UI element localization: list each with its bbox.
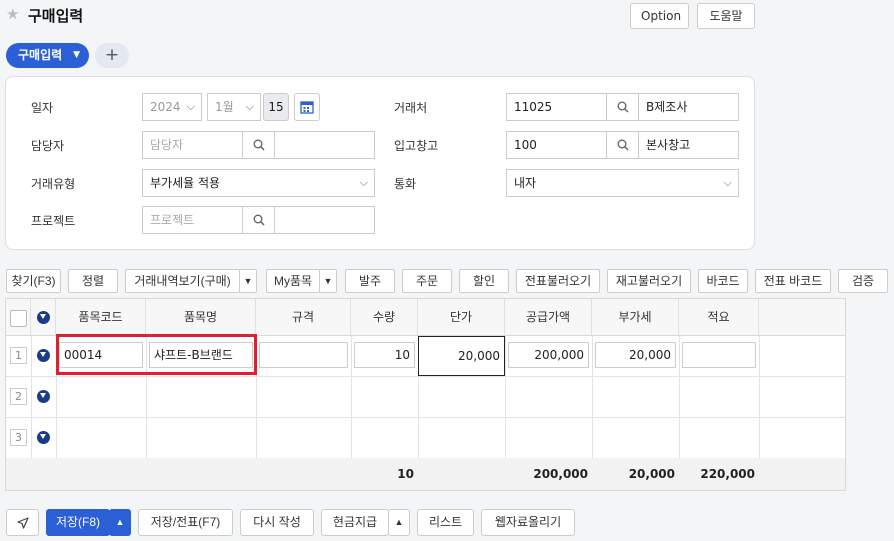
chevron-down-icon: ⌵ — [245, 100, 254, 113]
col-memo[interactable]: 적요 — [679, 299, 759, 336]
vendor-label: 거래처 — [394, 101, 428, 115]
total-supply: 200,000 — [533, 467, 588, 481]
total-amount: 220,000 — [700, 467, 755, 481]
sort-button[interactable]: 정렬 — [68, 269, 118, 293]
col-empty — [759, 299, 845, 336]
col-item-name[interactable]: 품목명 — [146, 299, 256, 336]
list-button[interactable]: 리스트 — [417, 509, 474, 536]
warehouse-label: 입고창고 — [394, 139, 439, 153]
trade-type-select[interactable]: 부가세율 적용 ⌵ — [142, 169, 375, 197]
verify-button[interactable]: 검증 — [838, 269, 888, 293]
warehouse-code-input[interactable]: 100 — [506, 131, 607, 159]
history-dropdown-caret-icon[interactable]: ▼ — [239, 269, 257, 293]
project-label: 프로젝트 — [31, 214, 76, 228]
col-spec[interactable]: 규격 — [256, 299, 351, 336]
calendar-icon[interactable] — [294, 93, 320, 121]
help-button[interactable]: 도움말 — [697, 3, 755, 29]
save-slip-button[interactable]: 저장/전표(F7) — [138, 509, 233, 536]
cash-pay-caret-icon[interactable]: ▲ — [388, 509, 410, 536]
row-number: 3 — [10, 429, 27, 446]
vat-input[interactable]: 20,000 — [595, 342, 676, 368]
memo-input[interactable] — [682, 342, 756, 368]
page-title: 구매입력 — [28, 7, 84, 25]
supply-input[interactable]: 200,000 — [508, 342, 589, 368]
vendor-name-field[interactable]: B제조사 — [638, 93, 739, 121]
row-number: 2 — [10, 388, 27, 405]
download-circle-icon[interactable] — [37, 390, 50, 403]
rewrite-button[interactable]: 다시 작성 — [240, 509, 314, 536]
find-button[interactable]: 찾기(F3) — [6, 269, 61, 293]
day-input[interactable]: 15 — [263, 93, 289, 121]
manager-search-icon[interactable] — [242, 131, 275, 159]
total-vat: 20,000 — [628, 467, 675, 481]
tab-label: 구매입력 — [18, 48, 63, 62]
expand-header — [31, 299, 56, 336]
warehouse-search-icon[interactable] — [606, 131, 639, 159]
currency-label: 통화 — [394, 177, 417, 191]
manager-label: 담당자 — [31, 139, 65, 153]
col-vat[interactable]: 부가세 — [592, 299, 679, 336]
col-qty[interactable]: 수량 — [351, 299, 418, 336]
discount-button[interactable]: 할인 — [459, 269, 509, 293]
col-supply[interactable]: 공급가액 — [505, 299, 592, 336]
currency-select[interactable]: 내자 ⌵ — [506, 169, 739, 197]
barcode-button[interactable]: 바코드 — [698, 269, 748, 293]
load-slip-button[interactable]: 전표불러오기 — [516, 269, 600, 293]
tab-purchase-input[interactable]: 구매입력 ▼ — [6, 43, 89, 68]
download-circle-icon[interactable] — [37, 311, 50, 324]
warehouse-name-field[interactable]: 본사창고 — [638, 131, 739, 159]
save-button[interactable]: 저장(F8) — [46, 509, 110, 536]
favorite-star-icon[interactable]: ★ — [6, 5, 19, 23]
history-button[interactable]: 거래내역보기(구매) — [125, 269, 240, 293]
total-qty: 10 — [397, 467, 414, 481]
download-circle-icon[interactable] — [37, 431, 50, 444]
spec-input[interactable] — [259, 342, 348, 368]
date-label: 일자 — [31, 101, 54, 115]
year-select[interactable]: 2024 ⌵ — [142, 93, 202, 121]
option-button[interactable]: Option — [630, 3, 689, 29]
add-tab-button[interactable]: + — [95, 43, 129, 68]
project-search-icon[interactable] — [242, 206, 275, 234]
manager-input[interactable]: 담당자 — [142, 131, 243, 159]
chevron-down-icon: ⌵ — [359, 176, 368, 189]
cash-pay-button[interactable]: 현금지급 — [321, 509, 389, 536]
chevron-down-icon: ⌵ — [186, 100, 195, 113]
purchase-order-button[interactable]: 주문 — [402, 269, 452, 293]
manager-name-field[interactable] — [274, 131, 375, 159]
save-options-caret-icon[interactable]: ▲ — [109, 509, 131, 536]
order-button[interactable]: 발주 — [345, 269, 395, 293]
send-icon[interactable] — [6, 509, 39, 536]
select-all-header — [6, 299, 31, 336]
project-input[interactable]: 프로젝트 — [142, 206, 243, 234]
unit-price-input[interactable]: 20,000 — [418, 336, 505, 376]
row-number: 1 — [10, 347, 27, 364]
vendor-code-input[interactable]: 11025 — [506, 93, 607, 121]
project-name-field[interactable] — [274, 206, 375, 234]
upload-web-data-button[interactable]: 웹자료올리기 — [481, 509, 575, 536]
items-grid: 품목코드 품목명 규격 수량 단가 공급가액 부가세 적요 1 00014 샤프… — [5, 298, 846, 491]
trade-type-label: 거래유형 — [31, 177, 76, 191]
download-circle-icon[interactable] — [37, 349, 50, 362]
highlight-box — [56, 334, 257, 375]
col-unit-price[interactable]: 단가 — [418, 299, 505, 336]
qty-input[interactable]: 10 — [354, 342, 415, 368]
vendor-search-icon[interactable] — [606, 93, 639, 121]
caret-down-icon: ▼ — [73, 50, 80, 60]
my-items-button[interactable]: My품목 — [266, 269, 320, 293]
col-item-code[interactable]: 품목코드 — [56, 299, 146, 336]
chevron-down-icon: ⌵ — [723, 176, 732, 189]
load-stock-button[interactable]: 재고불러오기 — [607, 269, 691, 293]
select-all-checkbox[interactable] — [10, 310, 27, 327]
month-select[interactable]: 1월 ⌵ — [207, 93, 261, 121]
slip-barcode-button[interactable]: 전표 바코드 — [755, 269, 831, 293]
my-items-caret-icon[interactable]: ▼ — [319, 269, 337, 293]
header-form: 일자 2024 ⌵ 1월 ⌵ 15 거래처 11025 B제조사 담당자 담당자 입… — [5, 76, 755, 250]
